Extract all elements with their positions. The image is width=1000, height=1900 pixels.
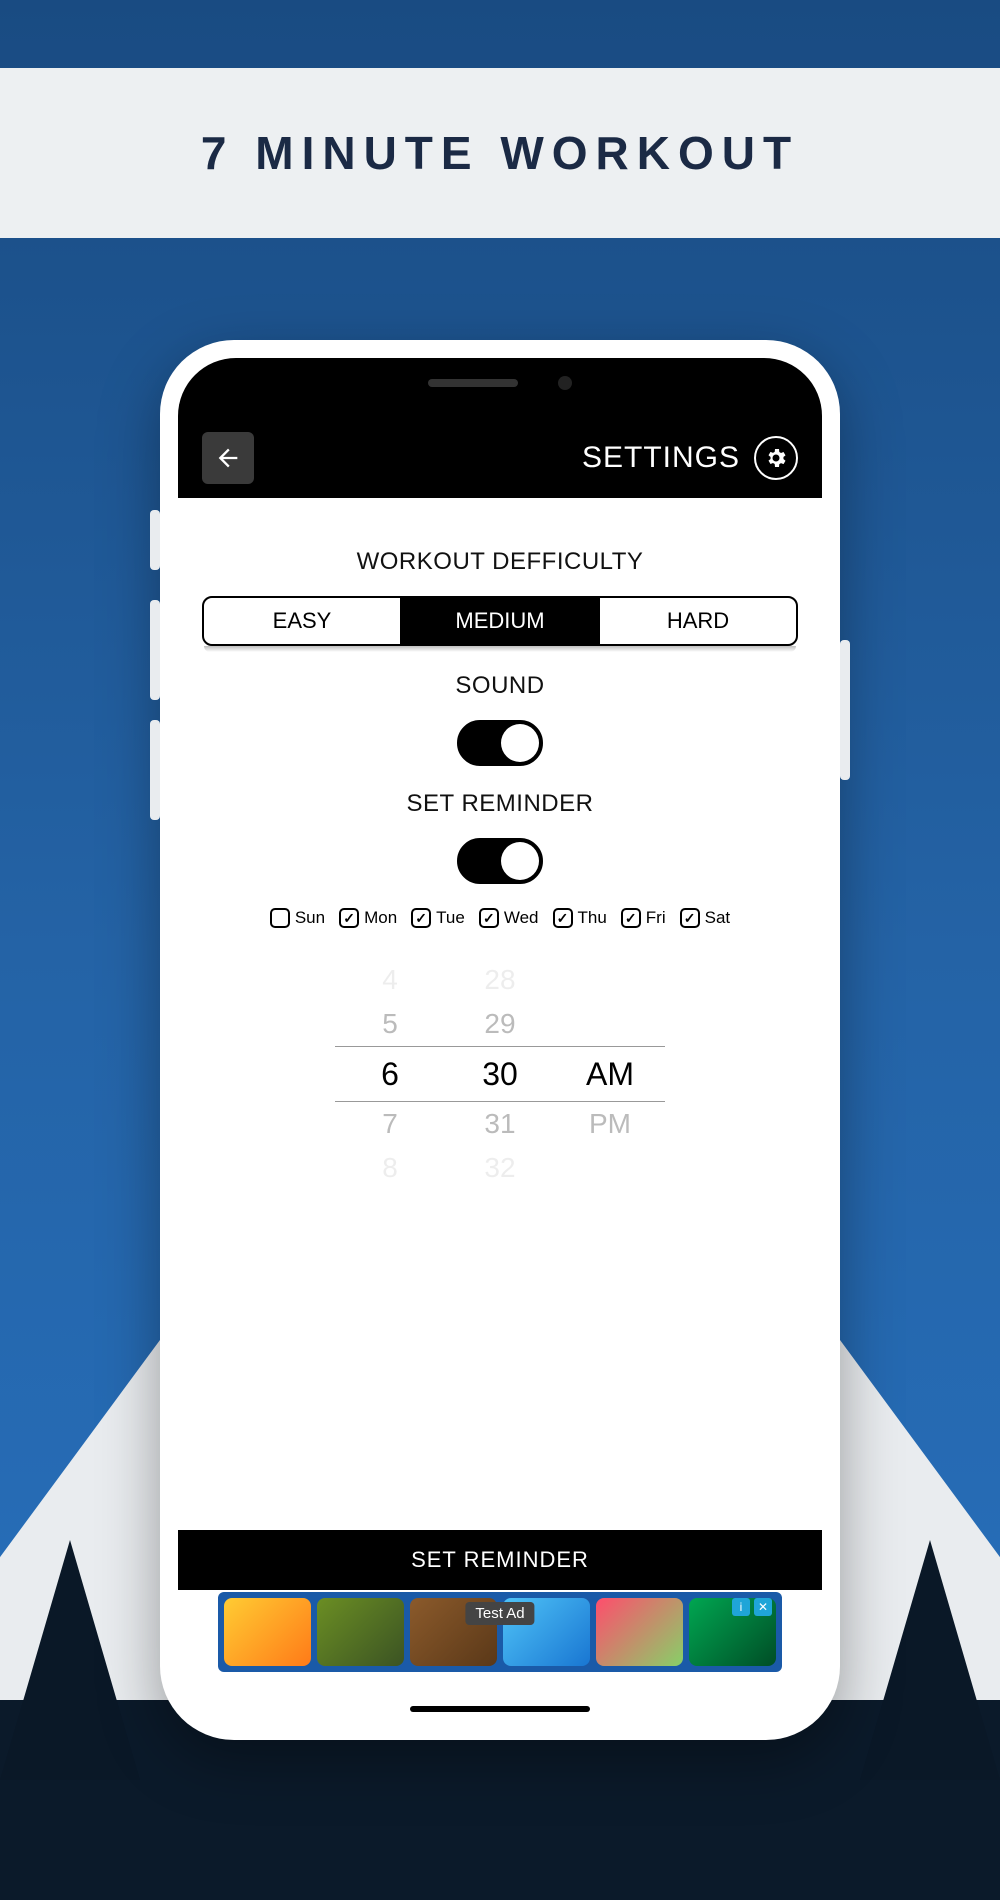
arrow-left-icon [214,444,242,472]
checkbox-icon [680,908,700,928]
checkbox-icon [339,908,359,928]
day-label: Fri [646,908,666,928]
phone-side-button [150,510,160,570]
decor-tree [860,1540,1000,1780]
difficulty-segmented: EASYMEDIUMHARD [202,596,798,652]
decor-tree [0,1540,140,1780]
day-checkbox-thu[interactable]: Thu [553,908,607,928]
days-row: Sun Mon Tue Wed Thu Fri Sat [202,908,798,928]
ad-controls: i ✕ [732,1598,772,1616]
decor-shadow [204,646,796,652]
ad-tile[interactable] [224,1598,311,1666]
promo-title: 7 MINUTE WORKOUT [201,126,799,180]
sound-toggle[interactable] [457,720,543,766]
time-picker-col-m: 30 [445,1056,555,1093]
set-reminder-label: SET REMINDER [411,1547,589,1573]
ad-info-icon[interactable]: i [732,1598,750,1616]
day-label: Wed [504,908,539,928]
toggle-knob [501,842,539,880]
speaker-icon [428,379,518,387]
set-reminder-button[interactable]: SET REMINDER [178,1530,822,1590]
ad-label: Test Ad [465,1602,534,1625]
day-label: Tue [436,908,465,928]
time-picker-col-m: 32 [445,1152,555,1184]
ad-banner[interactable]: Test Ad i ✕ [218,1592,782,1672]
time-picker-row[interactable]: 630AM [335,1046,665,1102]
ad-tile[interactable] [596,1598,683,1666]
ad-tile[interactable] [317,1598,404,1666]
phone-side-button [150,720,160,820]
time-picker-col-m: 31 [445,1108,555,1140]
day-checkbox-wed[interactable]: Wed [479,908,539,928]
time-picker-col-m: 28 [445,964,555,996]
day-checkbox-sun[interactable]: Sun [270,908,325,928]
phone-side-button [150,600,160,700]
ad-close-icon[interactable]: ✕ [754,1598,772,1616]
time-picker-col-p: AM [555,1056,665,1093]
toggle-knob [501,724,539,762]
time-picker-row[interactable]: 731PM [335,1102,665,1146]
sound-label: SOUND [202,672,798,700]
time-picker[interactable]: 428529630AM731PM832 [335,958,665,1190]
day-checkbox-mon[interactable]: Mon [339,908,397,928]
checkbox-icon [270,908,290,928]
page-title: SETTINGS [582,441,740,475]
back-button[interactable] [202,432,254,484]
camera-icon [558,376,572,390]
difficulty-option-hard[interactable]: HARD [600,598,796,644]
time-picker-col-p: PM [555,1108,665,1140]
day-label: Mon [364,908,397,928]
promo-banner: 7 MINUTE WORKOUT [0,68,1000,238]
gear-icon [764,446,788,470]
checkbox-icon [411,908,431,928]
time-picker-row[interactable]: 428 [335,958,665,1002]
checkbox-icon [553,908,573,928]
time-picker-col-h: 4 [335,964,445,996]
reminder-label: SET REMINDER [202,790,798,818]
time-picker-row[interactable]: 529 [335,1002,665,1046]
difficulty-option-easy[interactable]: EASY [204,598,402,644]
checkbox-icon [621,908,641,928]
day-label: Sat [705,908,731,928]
phone-screen: SETTINGS WORKOUT DEFFICULTY EASYMEDIUMHA… [178,358,822,1722]
day-label: Thu [578,908,607,928]
notch [340,358,660,408]
day-checkbox-sat[interactable]: Sat [680,908,731,928]
day-checkbox-tue[interactable]: Tue [411,908,465,928]
time-picker-col-h: 7 [335,1108,445,1140]
settings-button[interactable] [754,436,798,480]
day-checkbox-fri[interactable]: Fri [621,908,666,928]
time-picker-col-h: 8 [335,1152,445,1184]
day-label: Sun [295,908,325,928]
phone-side-button [840,640,850,780]
time-picker-col-m: 29 [445,1008,555,1040]
time-picker-col-h: 6 [335,1056,445,1093]
reminder-toggle[interactable] [457,838,543,884]
difficulty-label: WORKOUT DEFFICULTY [202,548,798,576]
home-indicator [410,1706,590,1712]
time-picker-row[interactable]: 832 [335,1146,665,1190]
checkbox-icon [479,908,499,928]
difficulty-option-medium[interactable]: MEDIUM [402,598,600,644]
phone-frame: SETTINGS WORKOUT DEFFICULTY EASYMEDIUMHA… [160,340,840,1740]
time-picker-col-h: 5 [335,1008,445,1040]
